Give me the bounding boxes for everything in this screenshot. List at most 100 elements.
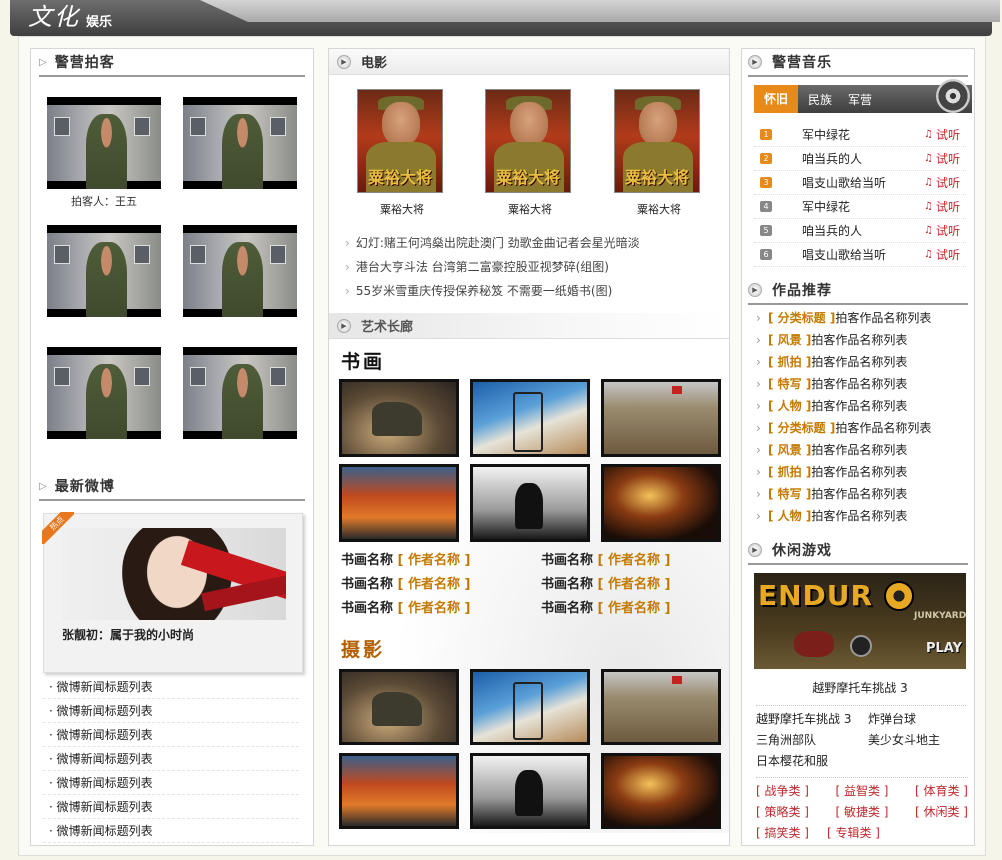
game-link[interactable]: 越野摩托车挑战 3 xyxy=(756,710,868,731)
triangle-icon: ▷ xyxy=(39,480,47,492)
weibo-feature-caption[interactable]: 张靓初：属于我的小时尚 xyxy=(62,626,194,643)
category-link[interactable]: [ 专辑类 ] xyxy=(827,824,880,845)
song-title[interactable]: 咱当兵的人 xyxy=(802,222,862,239)
listen-button[interactable]: ♫ 试听 xyxy=(924,222,960,239)
paike-title: 警营拍客 xyxy=(54,55,115,71)
paike-thumb-caption[interactable]: 拍客人：王五 xyxy=(47,193,161,209)
calligraphy-image[interactable] xyxy=(470,464,590,542)
paike-thumb[interactable] xyxy=(183,97,297,189)
photo-image[interactable] xyxy=(339,669,459,745)
left-column: ▷ 警营拍客 拍客人：王五 ▷ 最新微博 热点 张靓初：属于我的小时尚 · 微博… xyxy=(30,48,314,846)
listen-button[interactable]: ♫ 试听 xyxy=(924,198,960,215)
work-link[interactable]: [ 人物 ]拍客作品名称列表 xyxy=(748,505,968,527)
song-title[interactable]: 军中绿花 xyxy=(802,126,850,143)
work-link[interactable]: [ 分类标题 ]拍客作品名称列表 xyxy=(748,417,968,439)
calligraphy-image[interactable] xyxy=(601,464,721,542)
list-item[interactable]: · 微博新闻标题列表 xyxy=(43,795,299,819)
song-row[interactable]: 4 军中绿花 ♫ 试听 xyxy=(754,195,966,219)
paike-thumb[interactable] xyxy=(47,225,161,317)
listen-button[interactable]: ♫ 试听 xyxy=(924,150,960,167)
calligraphy-image[interactable] xyxy=(470,379,590,457)
list-item[interactable]: · 微博新闻标题列表 xyxy=(43,747,299,771)
movie-poster[interactable]: 粟裕大将 xyxy=(485,89,571,193)
movie-poster[interactable]: 粟裕大将 xyxy=(614,89,700,193)
paike-thumb[interactable] xyxy=(47,347,161,439)
movie-poster-caption[interactable]: 粟裕大将 xyxy=(485,201,575,217)
song-row[interactable]: 6 唱支山歌给当听 ♫ 试听 xyxy=(754,243,966,267)
category-link[interactable]: [ 体育类 ] xyxy=(915,782,968,803)
news-item[interactable]: › 港台大亨斗法 台湾第二富豪控股亚视梦碎(组图) xyxy=(345,255,725,279)
tab-folk[interactable]: 民族 xyxy=(798,91,842,108)
category-link[interactable]: [ 战争类 ] xyxy=(756,782,809,803)
paike-thumb[interactable] xyxy=(47,97,161,189)
rank-badge: 5 xyxy=(760,225,772,236)
game-feature-image[interactable]: ENDUR JUNKYARD PLAY xyxy=(754,573,966,669)
work-link[interactable]: [ 风景 ]拍客作品名称列表 xyxy=(748,329,968,351)
movie-poster-caption[interactable]: 粟裕大将 xyxy=(357,201,447,217)
work-item[interactable]: 书画名称 [ 作者名称 ] xyxy=(341,597,541,621)
movie-poster-caption[interactable]: 粟裕大将 xyxy=(614,201,704,217)
tab-military[interactable]: 军营 xyxy=(842,91,878,108)
category-link[interactable]: [ 搞笑类 ] xyxy=(756,824,809,845)
paike-thumb[interactable] xyxy=(183,225,297,317)
work-link[interactable]: [ 抓拍 ]拍客作品名称列表 xyxy=(748,461,968,483)
list-item[interactable]: · 微博新闻标题列表 xyxy=(43,819,299,843)
movie-posters: 粟裕大将 粟裕大将 粟裕大将 粟裕大将 粟裕大将 粟裕大将 xyxy=(357,89,707,219)
work-link[interactable]: [ 抓拍 ]拍客作品名称列表 xyxy=(748,351,968,373)
category-link[interactable]: [ 敏捷类 ] xyxy=(836,803,889,824)
game-link[interactable]: 三角洲部队 xyxy=(756,731,868,752)
list-item[interactable]: · 微博新闻标题列表 xyxy=(43,771,299,795)
game-link[interactable]: 美少女斗地主 xyxy=(868,731,940,752)
song-title[interactable]: 军中绿花 xyxy=(802,198,850,215)
work-link[interactable]: [ 风景 ]拍客作品名称列表 xyxy=(748,439,968,461)
list-item[interactable]: · 微博新闻标题列表 xyxy=(43,699,299,723)
listen-button[interactable]: ♫ 试听 xyxy=(924,126,960,143)
photo-image[interactable] xyxy=(470,669,590,745)
work-link[interactable]: [ 特写 ]拍客作品名称列表 xyxy=(748,373,968,395)
movie-poster[interactable]: 粟裕大将 xyxy=(357,89,443,193)
tab-nostalgia[interactable]: 怀旧 xyxy=(754,85,799,113)
music-header: ▶ 警营音乐 xyxy=(748,49,968,77)
calligraphy-image[interactable] xyxy=(339,464,459,542)
photo-image[interactable] xyxy=(601,669,721,745)
listen-button[interactable]: ♫ 试听 xyxy=(924,246,960,263)
game-link[interactable]: 日本樱花和服 xyxy=(756,752,828,773)
photo-image[interactable] xyxy=(470,753,590,829)
song-title[interactable]: 唱支山歌给当听 xyxy=(802,174,886,191)
weibo-feature-image[interactable] xyxy=(62,528,286,620)
category-link[interactable]: [ 休闲类 ] xyxy=(915,803,968,824)
game-feature-caption[interactable]: 越野摩托车挑战 3 xyxy=(754,679,966,696)
category-link[interactable]: [ 策略类 ] xyxy=(756,803,809,824)
work-item[interactable]: 书画名称 [ 作者名称 ] xyxy=(541,573,670,597)
game-link[interactable]: 炸弹台球 xyxy=(868,710,916,731)
list-item[interactable]: · 微博新闻标题列表 xyxy=(43,723,299,747)
movie-header: ▶ 电影 xyxy=(329,49,729,75)
news-item[interactable]: › 幻灯:赌王何鸿燊出院赴澳门 劲歌金曲记者会星光暗淡 xyxy=(345,231,725,255)
work-link[interactable]: [ 特写 ]拍客作品名称列表 xyxy=(748,483,968,505)
category-link[interactable]: [ 益智类 ] xyxy=(836,782,889,803)
song-row[interactable]: 2 咱当兵的人 ♫ 试听 xyxy=(754,147,966,171)
work-link[interactable]: [ 人物 ]拍客作品名称列表 xyxy=(748,395,968,417)
rank-badge: 4 xyxy=(760,201,772,212)
work-link[interactable]: [ 分类标题 ]拍客作品名称列表 xyxy=(748,307,968,329)
listen-button[interactable]: ♫ 试听 xyxy=(924,174,960,191)
calligraphy-image[interactable] xyxy=(601,379,721,457)
list-item[interactable]: · 微博新闻标题列表 xyxy=(43,675,299,699)
work-item[interactable]: 书画名称 [ 作者名称 ] xyxy=(341,549,541,573)
game-links: 越野摩托车挑战 3 炸弹台球 三角洲部队 美少女斗地主 日本樱花和服 xyxy=(756,705,966,773)
song-row[interactable]: 3 唱支山歌给当听 ♫ 试听 xyxy=(754,171,966,195)
work-item[interactable]: 书画名称 [ 作者名称 ] xyxy=(541,597,670,621)
calligraphy-image[interactable] xyxy=(339,379,459,457)
work-item[interactable]: 书画名称 [ 作者名称 ] xyxy=(541,549,670,573)
works-list: 书画名称 [ 作者名称 ] 书画名称 [ 作者名称 ] 书画名称 [ 作者名称 … xyxy=(341,549,721,621)
work-item[interactable]: 书画名称 [ 作者名称 ] xyxy=(341,573,541,597)
song-title[interactable]: 咱当兵的人 xyxy=(802,150,862,167)
photo-image[interactable] xyxy=(601,753,721,829)
paike-thumb[interactable] xyxy=(183,347,297,439)
weibo-feature-card[interactable]: 热点 张靓初：属于我的小时尚 xyxy=(42,512,303,673)
song-row[interactable]: 5 咱当兵的人 ♫ 试听 xyxy=(754,219,966,243)
photo-image[interactable] xyxy=(339,753,459,829)
news-item[interactable]: › 55岁米雪重庆传授保养秘笈 不需要一纸婚书(图) xyxy=(345,279,725,303)
song-row[interactable]: 1 军中绿花 ♫ 试听 xyxy=(754,123,966,147)
song-title[interactable]: 唱支山歌给当听 xyxy=(802,246,886,263)
